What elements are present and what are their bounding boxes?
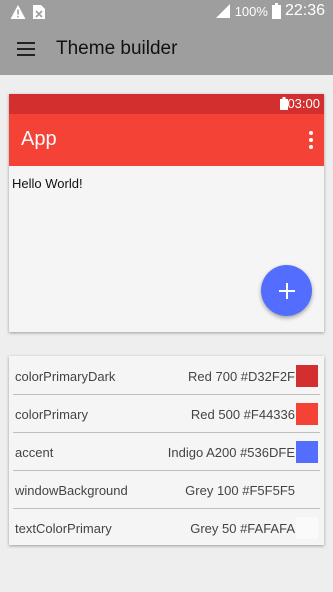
fab-add-button[interactable] [261,265,312,316]
color-swatch [296,517,318,539]
system-status-bar: 100% 22:36 [0,0,333,24]
color-swatch [296,403,318,425]
color-swatch [296,365,318,387]
warning-icon [10,5,26,19]
color-name: textColorPrimary [15,521,112,536]
color-name: accent [15,445,54,460]
color-swatch [296,479,318,501]
color-name: windowBackground [15,483,128,498]
preview-status-bar: 03:00 [9,94,324,114]
color-attributes-list: colorPrimaryDark Red 700 #D32F2F colorPr… [9,356,324,545]
color-name: colorPrimary [15,407,88,422]
status-time: 22:36 [284,2,325,19]
color-row-windowBackground[interactable]: windowBackground Grey 100 #F5F5F5 [9,471,324,509]
sim-card-icon [33,5,45,19]
color-row-accent[interactable]: accent Indigo A200 #536DFE [9,433,324,471]
preview-body-text: Hello World! [12,176,83,191]
hamburger-menu-icon[interactable] [10,34,42,64]
color-value: Red 500 #F44336 [190,407,295,422]
preview-status-time: 03:00 [287,96,320,111]
battery-icon [271,3,281,19]
more-vertical-icon[interactable] [308,131,314,149]
color-row-textColorPrimary[interactable]: textColorPrimary Grey 50 #FAFAFA [9,509,324,547]
preview-app-title: App [21,128,57,150]
color-row-colorPrimaryDark[interactable]: colorPrimaryDark Red 700 #D32F2F [9,357,324,395]
color-value: Red 700 #D32F2F [188,369,295,384]
preview-toolbar: App [9,114,324,166]
notification-icons [10,4,46,20]
color-row-colorPrimary[interactable]: colorPrimary Red 500 #F44336 [9,395,324,433]
app-bar: Theme builder [0,24,333,75]
color-value: Indigo A200 #536DFE [167,445,295,460]
plus-icon [278,282,295,299]
page-title: Theme builder [56,38,178,59]
color-name: colorPrimaryDark [15,369,116,384]
color-value: Grey 50 #FAFAFA [190,521,295,536]
color-swatch [296,441,318,463]
theme-preview-card: 03:00 App Hello World! [9,94,324,332]
signal-icon [215,4,230,18]
color-value: Grey 100 #F5F5F5 [185,483,295,498]
battery-percent: 100% [234,3,268,19]
